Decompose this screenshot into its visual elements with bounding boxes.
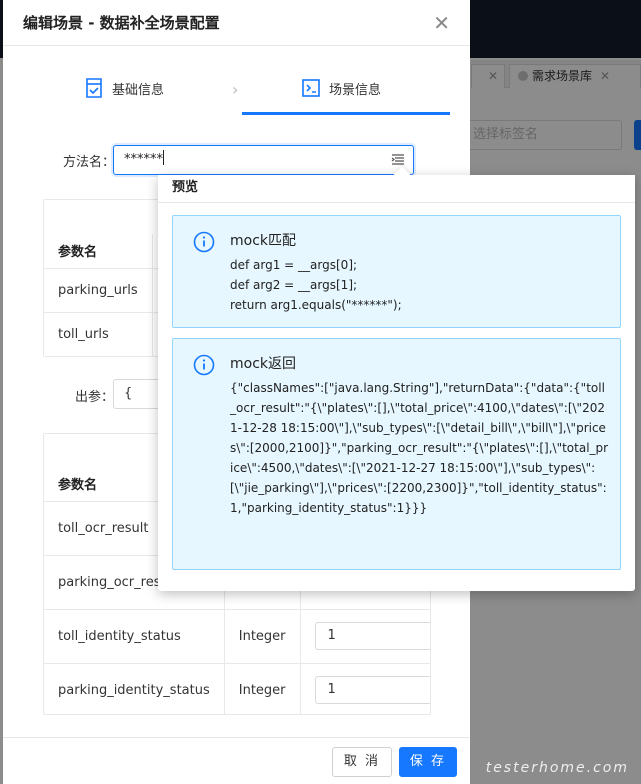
active-step-indicator bbox=[242, 112, 450, 115]
mock-return-title: mock返回 bbox=[230, 356, 297, 372]
mock-return-alert: mock返回 {"classNames":["java.lang.String"… bbox=[172, 338, 621, 570]
param-value-input[interactable]: 1 bbox=[314, 676, 430, 704]
terminal-icon bbox=[302, 79, 320, 97]
cancel-button[interactable]: 取 消 bbox=[332, 747, 392, 777]
param-type-cell: Integer bbox=[224, 663, 301, 714]
output-param-input[interactable]: { bbox=[113, 379, 163, 409]
list-icon[interactable] bbox=[391, 153, 405, 167]
param-type-cell: Integer bbox=[224, 609, 301, 664]
mock-match-alert: mock匹配 def arg1 = __args[0]; def arg2 = … bbox=[172, 215, 621, 328]
step-basic-info-label: 基础信息 bbox=[112, 82, 165, 98]
close-icon[interactable]: ✕ bbox=[433, 13, 450, 33]
preview-popover: 预览 mock匹配 def arg1 = __args[0]; def arg2… bbox=[158, 166, 635, 591]
param-value-text: 1 bbox=[327, 628, 336, 643]
document-check-icon bbox=[86, 78, 102, 98]
modal-footer: 取 消 保 存 bbox=[3, 737, 470, 784]
info-icon bbox=[193, 354, 215, 376]
param-name-cell: toll_identity_status bbox=[44, 609, 225, 664]
table-row: parking_identity_status Integer 1 bbox=[44, 663, 430, 714]
table-row: toll_identity_status Integer 1 bbox=[44, 609, 430, 664]
mock-return-json: {"classNames":["java.lang.String"],"retu… bbox=[230, 381, 609, 515]
save-button[interactable]: 保 存 bbox=[399, 747, 457, 777]
param-value-input[interactable]: 1 bbox=[314, 622, 430, 650]
preview-title: 预览 bbox=[158, 175, 635, 203]
output-param-value: { bbox=[124, 386, 133, 401]
modal-title: 编辑场景 - 数据补全场景配置 bbox=[23, 14, 220, 32]
step-scene-info[interactable]: 场景信息 bbox=[302, 78, 381, 98]
param-value-cell: 1 bbox=[300, 663, 430, 714]
step-scene-info-label: 场景信息 bbox=[329, 82, 382, 98]
modal-header: 编辑场景 - 数据补全场景配置 ✕ bbox=[3, 0, 470, 46]
param-name-cell: parking_identity_status bbox=[44, 663, 225, 714]
step-basic-info[interactable]: 基础信息 bbox=[85, 78, 164, 98]
output-param-label: 出参： bbox=[75, 390, 115, 405]
param-name-cell: toll_urls bbox=[44, 312, 153, 356]
param-value-text: 1 bbox=[327, 682, 336, 697]
info-icon bbox=[193, 231, 215, 253]
steps-bar: 基础信息 › 场景信息 bbox=[3, 46, 470, 116]
chevron-right-icon: › bbox=[232, 80, 239, 99]
param-name-cell: parking_urls bbox=[44, 268, 153, 313]
column-header-param-name: 参数名 bbox=[44, 234, 153, 269]
mock-match-title: mock匹配 bbox=[230, 233, 297, 249]
method-name-input[interactable]: ****** bbox=[113, 145, 414, 175]
mock-match-code: def arg1 = __args[0]; def arg2 = __args[… bbox=[230, 258, 402, 312]
param-value-cell: 1 bbox=[300, 609, 430, 664]
method-name-value: ****** bbox=[124, 152, 163, 167]
watermark: testerhome.com bbox=[485, 760, 629, 776]
method-name-label: 方法名： bbox=[63, 155, 116, 170]
